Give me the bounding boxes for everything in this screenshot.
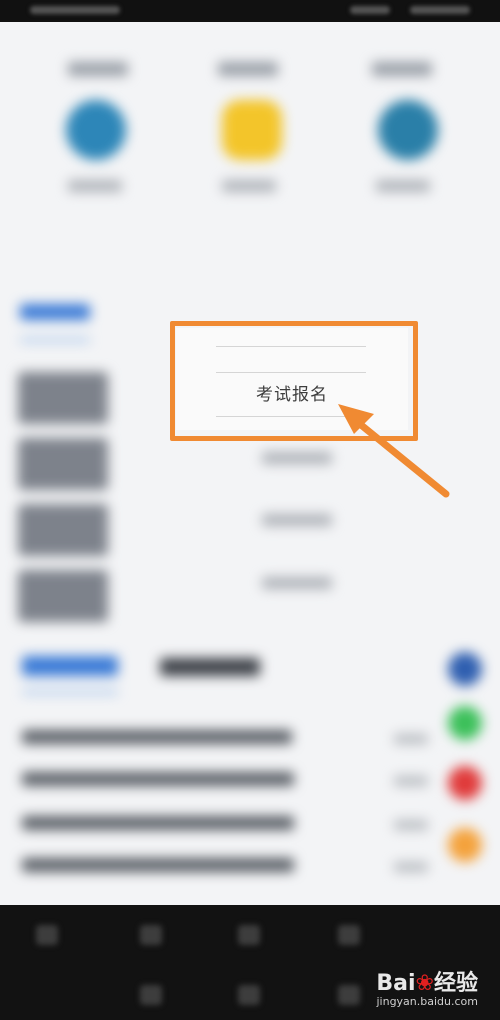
baidu-jingyan-watermark: Bai❀经验 jingyan.baidu.com xyxy=(376,965,478,1008)
paw-icon: ❀ xyxy=(415,971,434,996)
watermark-brand: Bai❀经验 xyxy=(376,971,478,996)
watermark-url: jingyan.baidu.com xyxy=(376,995,478,1008)
pointer-arrow-icon xyxy=(338,404,450,498)
